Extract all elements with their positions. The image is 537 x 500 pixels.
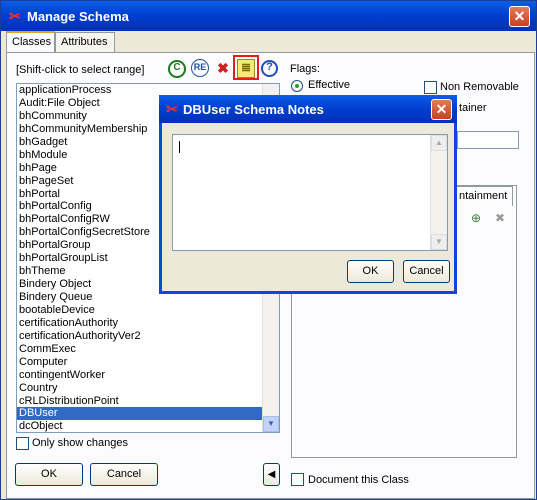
notes-scroll-down-button[interactable]: ▼: [431, 234, 447, 250]
schema-app-icon: ✂: [9, 8, 21, 24]
only-show-changes-checkbox[interactable]: [16, 437, 29, 450]
non-removable-checkbox[interactable]: [424, 81, 437, 94]
class-list-item[interactable]: certificationAuthority: [17, 317, 279, 330]
container-flag-label: tainer: [459, 102, 487, 114]
help-icon[interactable]: ?: [261, 60, 278, 77]
close-button[interactable]: ✕: [509, 6, 530, 27]
class-list-item[interactable]: bootableDevice: [17, 304, 279, 317]
tab-classes[interactable]: Classes: [6, 31, 55, 53]
class-list-item[interactable]: Country: [17, 382, 279, 395]
document-class-checkbox[interactable]: [291, 473, 304, 486]
title-bar: ✂ Manage Schema ✕: [1, 1, 536, 31]
notes-app-icon: ✂: [166, 101, 178, 117]
class-list-item[interactable]: contingentWorker: [17, 369, 279, 382]
schema-notes-dialog: ✂ DBUser Schema Notes ✕ ▲ ▼ OK Cancel: [159, 95, 457, 294]
effective-radio[interactable]: [291, 80, 303, 92]
only-show-changes-label: Only show changes: [32, 437, 128, 449]
notes-title-bar: ✂ DBUser Schema Notes ✕: [159, 95, 457, 123]
class-name-field[interactable]: [457, 131, 519, 149]
class-list-item[interactable]: cRLDistributionPoint: [17, 395, 279, 408]
remove-containment-icon[interactable]: ✖: [495, 211, 509, 225]
scroll-down-button[interactable]: ▼: [263, 416, 279, 432]
notes-ok-button[interactable]: OK: [347, 260, 394, 283]
add-containment-icon[interactable]: ⊕: [471, 211, 485, 225]
class-list-item[interactable]: Computer: [17, 356, 279, 369]
notes-textarea[interactable]: ▲ ▼: [172, 134, 448, 251]
class-list-item[interactable]: DBUser: [17, 407, 279, 421]
class-list-item[interactable]: dcObject: [17, 420, 279, 432]
add-class-icon[interactable]: C: [168, 60, 186, 78]
cancel-button[interactable]: Cancel: [90, 463, 158, 486]
window-title: Manage Schema: [27, 9, 129, 24]
text-caret: [179, 141, 180, 153]
collapse-panel-button[interactable]: ◀: [263, 463, 280, 486]
ok-button[interactable]: OK: [15, 463, 83, 486]
notes-scrollbar[interactable]: ▲ ▼: [430, 135, 447, 250]
notes-cancel-button[interactable]: Cancel: [403, 260, 450, 283]
delete-class-icon[interactable]: ✖: [214, 59, 232, 77]
notes-icon[interactable]: ≣: [237, 59, 255, 78]
notes-scroll-up-button[interactable]: ▲: [431, 135, 447, 151]
non-removable-label: Non Removable: [440, 81, 519, 93]
notes-dialog-title: DBUser Schema Notes: [183, 102, 324, 117]
effective-label: Effective: [308, 79, 350, 91]
class-list-item[interactable]: CommExec: [17, 343, 279, 356]
rename-class-icon[interactable]: RE: [191, 59, 209, 77]
tab-containment[interactable]: ntainment: [453, 186, 513, 206]
flags-label: Flags:: [290, 63, 320, 75]
selection-hint: [Shift-click to select range]: [16, 64, 145, 76]
tab-attributes[interactable]: Attributes: [55, 32, 115, 52]
document-class-label: Document this Class: [308, 474, 409, 486]
class-list-item[interactable]: certificationAuthorityVer2: [17, 330, 279, 343]
notes-close-button[interactable]: ✕: [431, 99, 452, 120]
